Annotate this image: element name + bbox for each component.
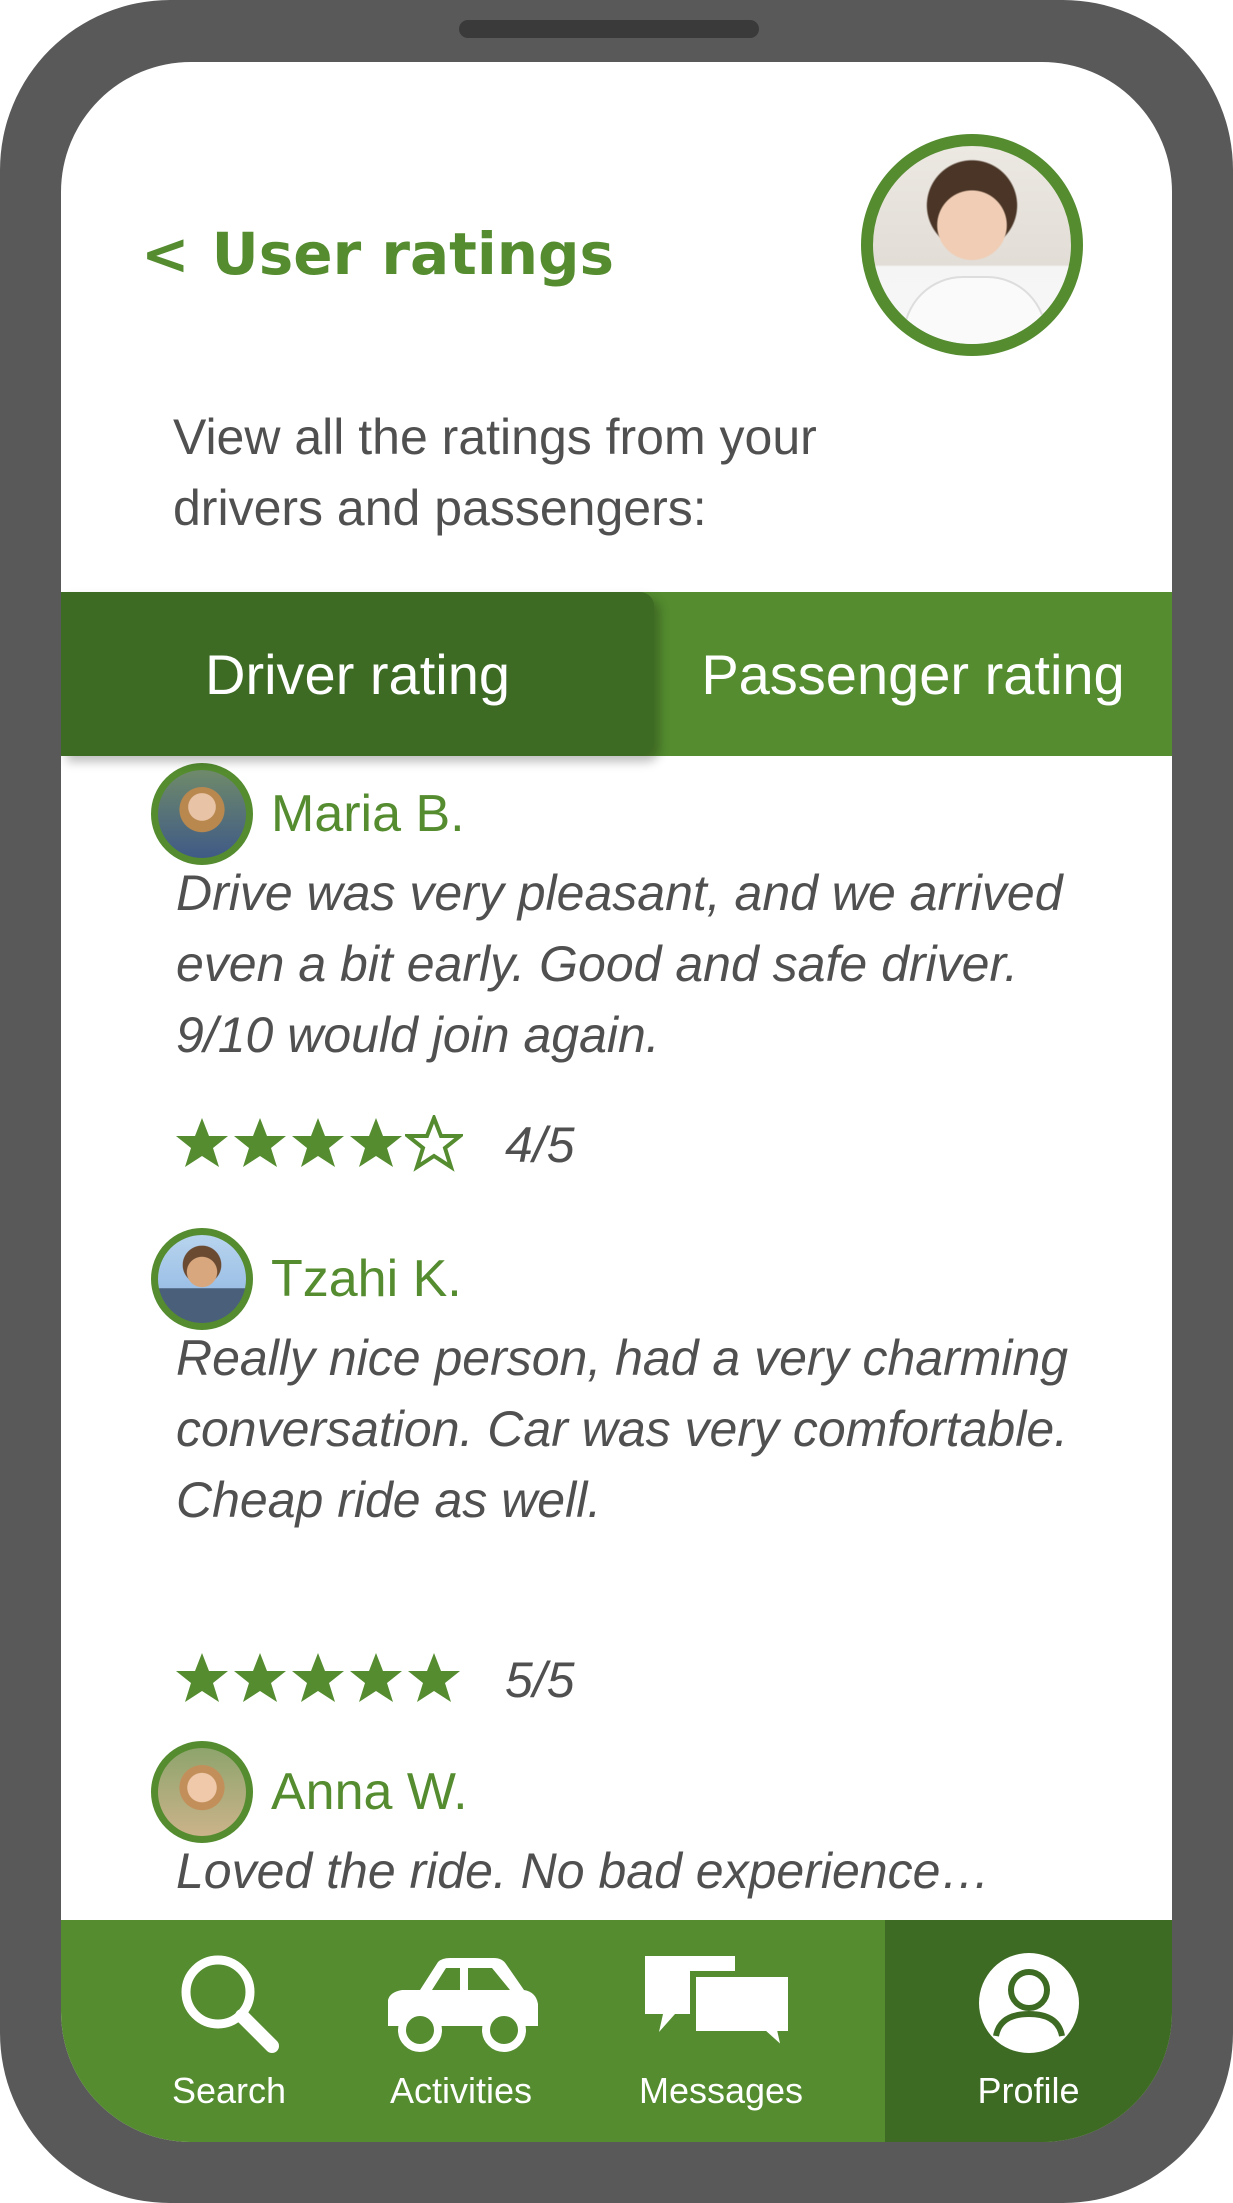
star-filled-icon bbox=[292, 1653, 344, 1702]
rating-score: 5/5 bbox=[505, 1652, 575, 1708]
page-subtitle: View all the ratings from your drivers a… bbox=[173, 409, 817, 536]
nav-activities[interactable]: Activities bbox=[361, 1920, 561, 2142]
nav-activities-label: Activities bbox=[389, 2070, 533, 2111]
nav-messages[interactable]: Messages bbox=[621, 1920, 821, 2142]
star-filled-icon bbox=[234, 1118, 286, 1167]
reviewer-avatar bbox=[151, 763, 253, 865]
nav-profile-label: Profile bbox=[977, 2070, 1080, 2111]
nav-search-label: Search bbox=[171, 2070, 287, 2111]
review-comment: Really nice person, had a very charming … bbox=[176, 1330, 1069, 1528]
avatar-shirt bbox=[903, 276, 1047, 344]
review-comment: Drive was very pleasant, and we arrived … bbox=[176, 865, 1063, 1063]
rating-score: 4/5 bbox=[505, 1117, 575, 1173]
star-rating bbox=[173, 1649, 463, 1709]
star-filled-icon bbox=[292, 1118, 344, 1167]
car-icon bbox=[388, 1958, 538, 2052]
chat-bubbles-icon bbox=[645, 1956, 794, 2058]
nav-messages-label: Messages bbox=[638, 2070, 804, 2111]
nav-profile[interactable]: Profile bbox=[885, 1920, 1172, 2142]
star-empty-icon bbox=[405, 1115, 463, 1172]
reviewer-avatar bbox=[151, 1741, 253, 1843]
search-icon bbox=[181, 1955, 279, 2053]
page-title: < User ratings bbox=[141, 220, 614, 288]
star-filled-icon bbox=[176, 1118, 228, 1167]
profile-avatar[interactable] bbox=[861, 134, 1083, 356]
review-comment: Loved the ride. No bad experience… bbox=[176, 1843, 991, 1899]
bottom-nav: Search Activities Messages Profile bbox=[61, 1920, 1172, 2142]
star-filled-icon bbox=[350, 1118, 402, 1167]
rating-tabs: Driver rating Passenger rating bbox=[61, 592, 1172, 756]
star-filled-icon bbox=[176, 1653, 228, 1702]
back-button[interactable]: < bbox=[141, 220, 190, 288]
star-filled-icon bbox=[408, 1653, 460, 1702]
phone-speaker bbox=[459, 20, 759, 38]
user-circle-icon bbox=[978, 1953, 1079, 2053]
star-filled-icon bbox=[350, 1653, 402, 1702]
reviewer-name: Tzahi K. bbox=[271, 1250, 462, 1308]
reviewer-avatar bbox=[151, 1228, 253, 1330]
screen: < User ratings View all the ratings from … bbox=[61, 62, 1172, 2142]
phone-frame: < User ratings View all the ratings from … bbox=[0, 0, 1233, 2203]
tab-driver-rating[interactable]: Driver rating bbox=[61, 592, 654, 756]
star-rating bbox=[173, 1114, 463, 1174]
reviewer-name: Anna W. bbox=[271, 1763, 468, 1821]
tab-passenger-rating[interactable]: Passenger rating bbox=[654, 592, 1172, 756]
reviewer-name: Maria B. bbox=[271, 785, 465, 843]
star-filled-icon bbox=[234, 1653, 286, 1702]
nav-search[interactable]: Search bbox=[129, 1920, 329, 2142]
page-title-text: User ratings bbox=[211, 220, 615, 288]
